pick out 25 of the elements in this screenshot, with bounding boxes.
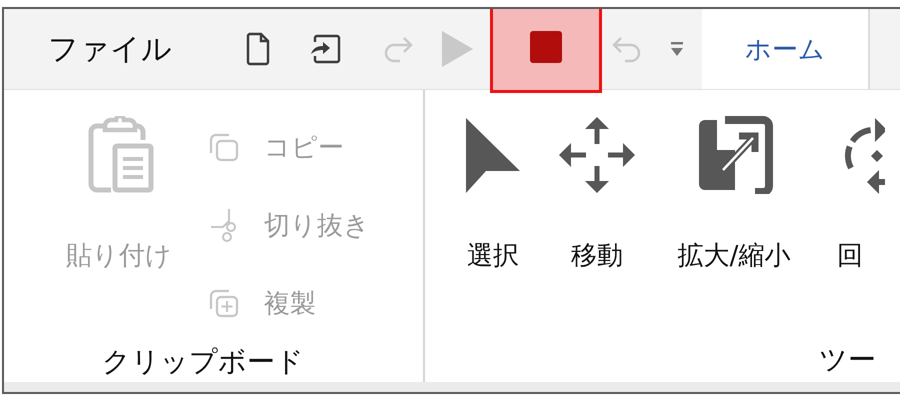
item-label[interactable]: 拡大/縮小 (678, 238, 790, 273)
caret-icon (670, 41, 684, 57)
item-label[interactable]: 選択 (467, 238, 519, 273)
cut-icon (209, 207, 239, 243)
play-icon (440, 30, 474, 68)
item-label: 切り抜き (264, 210, 370, 242)
redo-icon (383, 35, 413, 63)
file-icon (246, 32, 270, 66)
import-icon (309, 34, 341, 64)
group-title: ツー (819, 342, 876, 378)
copy-icon (209, 132, 239, 162)
item-label: 貼り付け (66, 240, 172, 273)
file-menu[interactable]: ファイル (4, 9, 226, 89)
stop-icon (530, 30, 562, 62)
select-icon[interactable] (464, 116, 522, 194)
move-icon[interactable] (558, 116, 636, 194)
ribbon-tab[interactable]: ホーム (702, 9, 868, 89)
undo-icon (612, 35, 642, 63)
item-label: コピー (264, 132, 344, 164)
duplicate-icon (209, 288, 239, 318)
item-label[interactable]: 回 (837, 238, 863, 273)
item-label: 複製 (264, 288, 316, 320)
item-label[interactable]: 移動 (571, 238, 623, 273)
stop-button[interactable] (490, 9, 602, 93)
group-title: クリップボード (102, 344, 304, 380)
